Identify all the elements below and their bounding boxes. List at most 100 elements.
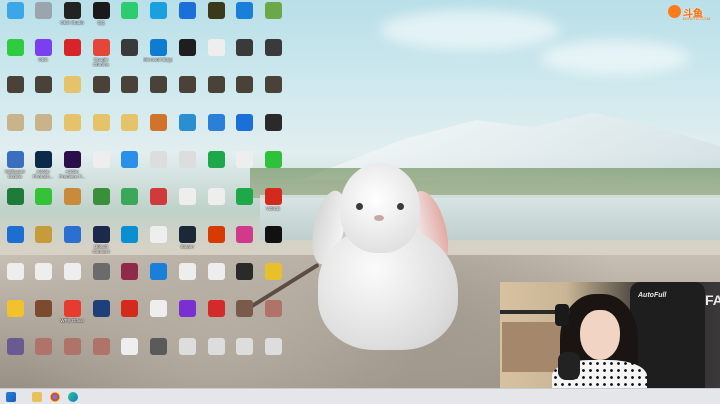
desktop-icon[interactable]: WPS Office <box>57 300 87 336</box>
desktop-icon[interactable] <box>172 2 202 38</box>
desktop-icon[interactable] <box>86 76 116 112</box>
desktop-icon[interactable]: Google Chrome <box>86 39 116 75</box>
desktop-icon[interactable] <box>229 114 259 150</box>
desktop-icon[interactable] <box>258 263 288 299</box>
desktop-icon[interactable] <box>172 263 202 299</box>
desktop-icon[interactable] <box>201 76 231 112</box>
desktop-icon[interactable] <box>0 263 30 299</box>
desktop-icon[interactable] <box>143 114 173 150</box>
desktop-icon[interactable] <box>57 76 87 112</box>
desktop-icon[interactable] <box>229 300 259 336</box>
desktop-icon[interactable] <box>201 263 231 299</box>
desktop-icon[interactable] <box>28 338 58 374</box>
desktop-icon[interactable] <box>28 300 58 336</box>
desktop-icon[interactable] <box>229 39 259 75</box>
desktop-icon[interactable]: OBS Studio <box>57 2 87 38</box>
desktop-icon[interactable] <box>143 263 173 299</box>
desktop-icon[interactable] <box>114 338 144 374</box>
desktop-icon[interactable] <box>258 76 288 112</box>
desktop-icon[interactable]: OBS <box>28 39 58 75</box>
desktop-icon[interactable] <box>114 39 144 75</box>
desktop-icon[interactable] <box>114 300 144 336</box>
desktop-icon[interactable] <box>229 151 259 187</box>
desktop-icon[interactable] <box>86 300 116 336</box>
desktop-icon[interactable] <box>172 39 202 75</box>
desktop-icon[interactable] <box>0 188 30 224</box>
edge-icon[interactable] <box>68 392 78 402</box>
desktop-icon[interactable] <box>143 151 173 187</box>
desktop-icon[interactable] <box>201 226 231 262</box>
desktop-icon[interactable]: Wallpaper Engine <box>0 151 30 187</box>
desktop-icon[interactable] <box>143 188 173 224</box>
desktop-icon[interactable] <box>201 151 231 187</box>
desktop-icon[interactable] <box>0 300 30 336</box>
desktop-icon[interactable] <box>57 188 87 224</box>
desktop-icon[interactable]: Steam <box>172 226 202 262</box>
desktop-icon[interactable] <box>114 151 144 187</box>
desktop-icon[interactable] <box>57 226 87 262</box>
start-icon[interactable] <box>6 392 16 402</box>
desktop-icon[interactable] <box>0 114 30 150</box>
desktop-icon[interactable]: Adobe Premiere P... <box>57 151 87 187</box>
desktop-icon[interactable] <box>86 188 116 224</box>
desktop-icon[interactable] <box>229 263 259 299</box>
desktop-icon[interactable] <box>0 2 30 38</box>
desktop-icon[interactable] <box>28 114 58 150</box>
desktop-icon[interactable] <box>201 338 231 374</box>
desktop-icon[interactable] <box>172 188 202 224</box>
chrome-icon[interactable] <box>50 392 60 402</box>
desktop-icon[interactable] <box>143 300 173 336</box>
desktop-icon[interactable] <box>114 114 144 150</box>
desktop-icon[interactable] <box>201 114 231 150</box>
desktop-icon[interactable] <box>143 76 173 112</box>
desktop-icon[interactable]: QQ <box>86 2 116 38</box>
desktop-icon[interactable] <box>114 76 144 112</box>
desktop-icon[interactable] <box>57 263 87 299</box>
desktop-icon[interactable] <box>86 151 116 187</box>
desktop-icon[interactable] <box>0 39 30 75</box>
desktop-icon[interactable] <box>114 188 144 224</box>
desktop-icon[interactable] <box>143 2 173 38</box>
desktop-icon[interactable] <box>28 263 58 299</box>
desktop-icon[interactable] <box>258 226 288 262</box>
desktop-icon[interactable] <box>201 188 231 224</box>
desktop-icon[interactable] <box>172 76 202 112</box>
desktop-icon[interactable] <box>28 2 58 38</box>
desktop-icon[interactable] <box>0 338 30 374</box>
desktop-icon[interactable] <box>28 188 58 224</box>
desktop-icon[interactable] <box>28 76 58 112</box>
desktop-icon[interactable] <box>57 114 87 150</box>
desktop-icon[interactable] <box>0 226 30 262</box>
desktop-icon[interactable] <box>86 114 116 150</box>
desktop-icon[interactable] <box>172 338 202 374</box>
desktop-icon[interactable] <box>258 338 288 374</box>
desktop-icon[interactable]: VOICE <box>258 188 288 224</box>
desktop-icon[interactable] <box>229 2 259 38</box>
desktop-icon[interactable] <box>172 151 202 187</box>
desktop-icon[interactable]: Microsoft Edge <box>143 39 173 75</box>
desktop-icon[interactable] <box>229 76 259 112</box>
desktop-icon[interactable] <box>114 226 144 262</box>
desktop-icon[interactable] <box>201 300 231 336</box>
desktop-icon[interactable] <box>114 263 144 299</box>
desktop-icon[interactable]: Adobe Photosh... <box>28 151 58 187</box>
desktop-icon[interactable] <box>201 2 231 38</box>
desktop-icon[interactable] <box>258 2 288 38</box>
desktop-icon[interactable] <box>229 188 259 224</box>
desktop-icon[interactable] <box>229 338 259 374</box>
desktop-icon[interactable] <box>86 338 116 374</box>
desktop-icon[interactable] <box>172 300 202 336</box>
desktop-icon[interactable] <box>258 300 288 336</box>
desktop-icon[interactable] <box>258 114 288 150</box>
desktop-icon[interactable] <box>57 39 87 75</box>
desktop-icon[interactable] <box>172 114 202 150</box>
desktop-icon[interactable] <box>143 338 173 374</box>
desktop-icon[interactable] <box>229 226 259 262</box>
desktop-icon[interactable] <box>143 226 173 262</box>
folder-icon[interactable] <box>32 392 42 402</box>
desktop-icon[interactable] <box>0 76 30 112</box>
desktop-icon[interactable] <box>57 338 87 374</box>
desktop-icon[interactable] <box>258 151 288 187</box>
desktop-icon[interactable] <box>86 263 116 299</box>
desktop-icon[interactable]: Ubisoft Connect <box>86 226 116 262</box>
